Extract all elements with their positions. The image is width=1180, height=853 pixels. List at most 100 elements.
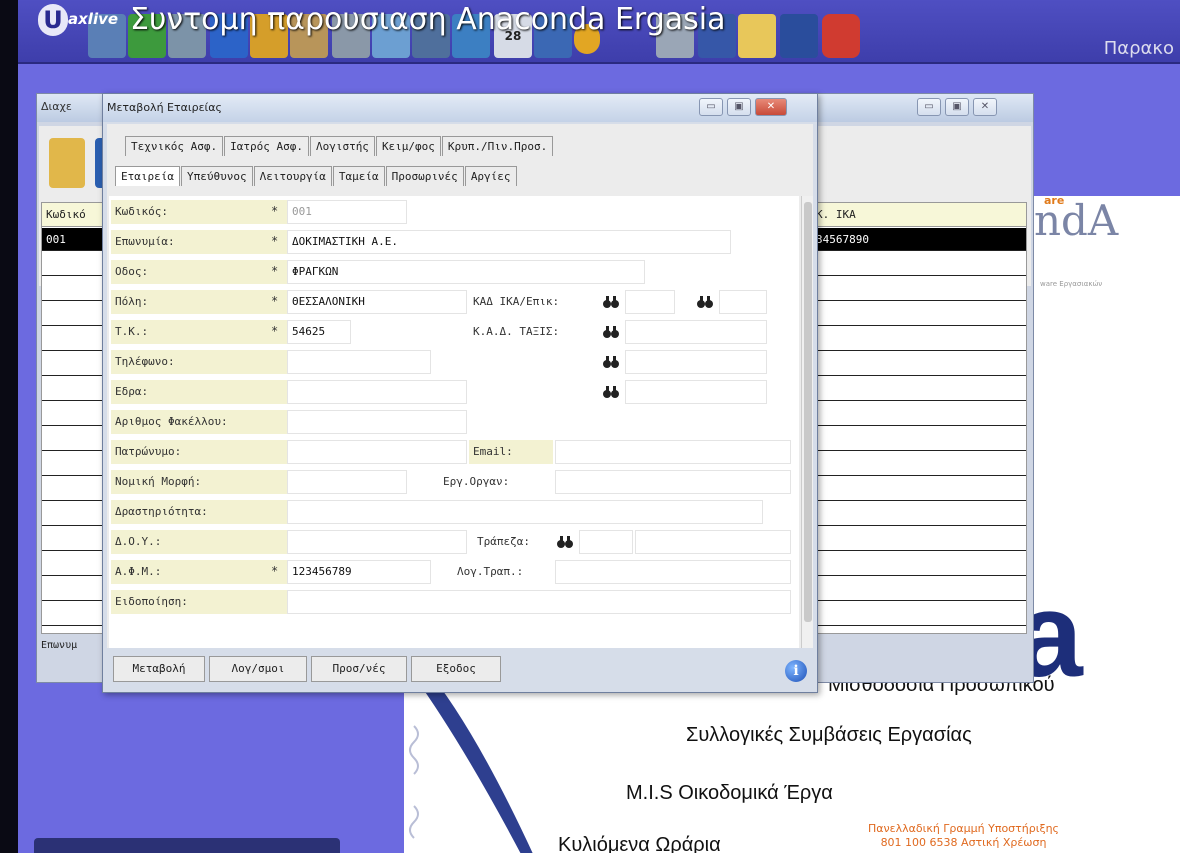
bank-label: Τράπεζα: [473, 530, 553, 554]
tab-operation[interactable]: Λειτουργία [253, 166, 332, 186]
minimize-icon[interactable]: ▭ [917, 98, 941, 116]
tk-field[interactable]: 54625 [287, 320, 351, 344]
tab-safety-doctor[interactable]: Ιατρός Ασφ. [224, 136, 309, 156]
city-field[interactable]: ΘΕΣΣΑΛΟΝΙΚΗ [287, 290, 467, 314]
employer-org-label: Εργ.Οργαν: [439, 470, 553, 494]
tab-manager[interactable]: Υπεύθυνος [180, 166, 253, 186]
tab-row-secondary: Τεχνικός Ασφ. Ιατρός Ασφ. Λογιστής Κειμ/… [125, 136, 554, 156]
info-icon[interactable]: i [785, 660, 807, 682]
street-field[interactable]: ΦΡΑΓΚΩΝ [287, 260, 645, 284]
street-label: Οδος: [111, 260, 287, 284]
binoculars-icon[interactable] [603, 355, 619, 369]
folder-number-label: Αριθμος Φακέλλου: [111, 410, 287, 434]
tab-holidays[interactable]: Αργίες [464, 166, 517, 186]
city-label: Πόλη: [111, 290, 287, 314]
tab-texts[interactable]: Κειμ/φος [375, 136, 441, 156]
temporary-button[interactable]: Προσ/νές [311, 656, 407, 682]
ad-line-contracts: Συλλογικές Συμβάσεις Εργασίας [686, 724, 972, 746]
extra-code-field-1[interactable] [625, 350, 767, 374]
accounts-button[interactable]: Λογ/σμοι [209, 656, 307, 682]
notification-label: Ειδοποίηση: [111, 590, 287, 614]
binoculars-icon[interactable] [557, 535, 573, 549]
kad-taxis-field[interactable] [625, 320, 767, 344]
notepad-icon[interactable] [738, 14, 776, 58]
activity-field[interactable] [287, 500, 763, 524]
maximize-icon[interactable]: ▣ [945, 98, 969, 116]
name-label: Επωνυμία: [111, 230, 287, 254]
patronym-label: Πατρώνυμο: [111, 440, 287, 464]
doy-field[interactable] [287, 530, 467, 554]
person-icon[interactable] [780, 14, 818, 58]
bank-account-field[interactable] [555, 560, 791, 584]
kad-ika-label: ΚΑΔ ΙΚΑ/Επικ: [469, 290, 601, 314]
bg-window-title: Διαχε [41, 100, 72, 113]
exit-button[interactable]: Εξοδος [411, 656, 501, 682]
close-icon[interactable]: ✕ [973, 98, 997, 116]
binoculars-icon[interactable] [697, 295, 713, 309]
binoculars-icon[interactable] [603, 325, 619, 339]
support-line-1: Πανελλαδική Γραμμή Υποστήριξης [868, 822, 1060, 835]
close-icon[interactable]: ✕ [755, 98, 787, 116]
binoculars-icon[interactable] [603, 385, 619, 399]
brand-logo: U axlive [38, 4, 122, 36]
form-scrollbar[interactable] [801, 196, 813, 648]
bank-code-field[interactable] [579, 530, 633, 554]
swoosh-graphic [409, 666, 533, 853]
employer-org-field[interactable] [555, 470, 791, 494]
kad-ika-field[interactable] [625, 290, 675, 314]
legal-form-field[interactable] [287, 470, 407, 494]
notification-field[interactable] [287, 590, 791, 614]
ad-line-mis: M.I.S Οικοδομικά Έργα [626, 782, 833, 804]
phone-label: Τηλέφωνο: [111, 350, 287, 374]
minimize-icon[interactable]: ▭ [699, 98, 723, 116]
folder-number-field[interactable] [287, 410, 467, 434]
brand-initial: U [38, 4, 68, 36]
right-menu-link[interactable]: Παρακο [1104, 38, 1174, 59]
seat-label: Εδρα: [111, 380, 287, 404]
tab-funds[interactable]: Ταμεία [332, 166, 385, 186]
support-line-2: 801 100 6538 Αστική Χρέωση [880, 836, 1047, 849]
cell-ika: 34567890 [816, 233, 869, 246]
scroll-thumb[interactable] [804, 202, 812, 622]
required-mark: * [271, 264, 279, 278]
ad-brand: ndA [1034, 196, 1119, 245]
doy-label: Δ.Ο.Υ.: [111, 530, 287, 554]
bank-name-field[interactable] [635, 530, 791, 554]
seat-field[interactable] [287, 380, 467, 404]
legal-form-label: Νομική Μορφή: [111, 470, 287, 494]
tab-hidden-table[interactable]: Κρυπ./Πιν.Προσ. [441, 136, 554, 156]
code-field[interactable]: 001 [287, 200, 407, 224]
power-icon[interactable] [822, 14, 860, 58]
modify-button[interactable]: Μεταβολή [113, 656, 205, 682]
phone-field[interactable] [287, 350, 431, 374]
binoculars-icon[interactable] [603, 295, 619, 309]
activity-label: Δραστηριότητα: [111, 500, 287, 524]
video-title: Συντομη παρουσιαση Anaconda Ergasia [130, 2, 726, 37]
afm-field[interactable]: 123456789 [287, 560, 431, 584]
bg-bottom-label: Επωνυμ [41, 640, 78, 651]
dialog-footer: Μεταβολή Λογ/σμοι Προσ/νές Εξοδος i [107, 650, 813, 690]
tab-row-primary: Εταιρεία Υπεύθυνος Λειτουργία Ταμεία Προ… [115, 166, 518, 186]
dialog-titlebar[interactable]: Μεταβολή Εταιρείας ▭ ▣ ✕ [103, 94, 817, 122]
extra-code-field-2[interactable] [625, 380, 767, 404]
tab-company[interactable]: Εταιρεία [115, 166, 180, 186]
tab-temporary[interactable]: Προσωρινές [385, 166, 464, 186]
kad-epik-field[interactable] [719, 290, 767, 314]
tk-label: Τ.Κ.: [111, 320, 287, 344]
tab-accountant[interactable]: Λογιστής [309, 136, 375, 156]
bg-window-controls: ▭ ▣ ✕ [917, 98, 997, 116]
maximize-icon[interactable]: ▣ [727, 98, 751, 116]
brand-name: axlive [68, 10, 119, 28]
bank-account-label: Λογ.Τραπ.: [453, 560, 553, 584]
column-header-ika[interactable]: Κ. ΙΚΑ [812, 203, 1026, 227]
tab-safety-tech[interactable]: Τεχνικός Ασφ. [125, 136, 224, 156]
email-field[interactable] [555, 440, 791, 464]
required-mark: * [271, 204, 279, 218]
edit-company-dialog: Μεταβολή Εταιρείας ▭ ▣ ✕ Τεχνικός Ασφ. Ι… [102, 93, 818, 693]
afm-label: Α.Φ.Μ.: [111, 560, 287, 584]
tool-icon[interactable] [49, 138, 85, 188]
required-mark: * [271, 234, 279, 248]
patronym-field[interactable] [287, 440, 467, 464]
company-form: Κωδικός: * 001 Επωνυμία: * ΔΟΚΙΜΑΣΤΙΚΗ Α… [109, 196, 799, 648]
name-field[interactable]: ΔΟΚΙΜΑΣΤΙΚΗ Α.Ε. [287, 230, 731, 254]
